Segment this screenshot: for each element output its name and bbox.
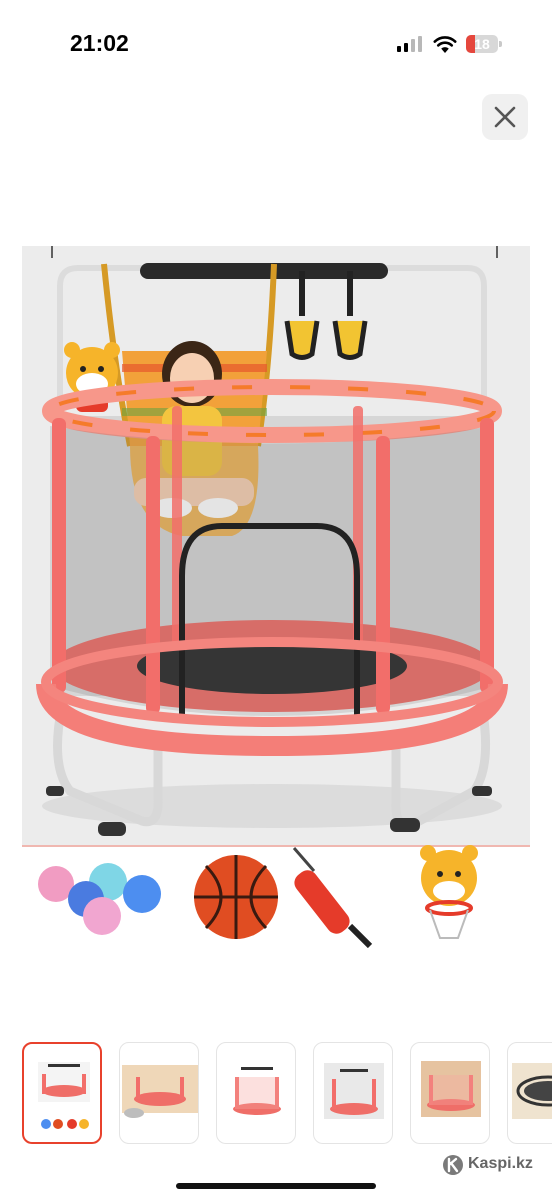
thumbnail-5[interactable] bbox=[410, 1042, 490, 1144]
thumbnail-image bbox=[324, 1063, 384, 1119]
thumbnail-6[interactable] bbox=[507, 1042, 552, 1144]
watermark-text: Kaspi.kz bbox=[468, 1155, 533, 1172]
thumbnail-image bbox=[122, 1065, 198, 1118]
battery-icon: 18 bbox=[466, 35, 502, 53]
battery-level: 18 bbox=[474, 36, 490, 52]
thumbnail-image bbox=[421, 1061, 481, 1117]
trampoline-product-illustration bbox=[22, 246, 530, 948]
thumbnail-4[interactable] bbox=[313, 1042, 393, 1144]
thumbnail-strip[interactable] bbox=[0, 1040, 552, 1148]
thumbnail-3[interactable] bbox=[216, 1042, 296, 1144]
thumbnail-image bbox=[233, 1067, 281, 1115]
thumbnail-image bbox=[38, 1062, 90, 1129]
status-bar: 21:02 18 bbox=[0, 0, 552, 88]
basketball bbox=[194, 855, 278, 939]
status-time: 21:02 bbox=[70, 30, 129, 56]
thumbnail-image bbox=[512, 1063, 552, 1119]
home-indicator bbox=[176, 1183, 376, 1189]
thumbnail-2[interactable] bbox=[119, 1042, 199, 1144]
close-button[interactable] bbox=[482, 94, 528, 140]
signal-icon bbox=[397, 36, 422, 52]
close-icon bbox=[494, 106, 516, 128]
thumbnail-1[interactable] bbox=[22, 1042, 102, 1144]
wifi-icon bbox=[433, 36, 457, 53]
main-product-image[interactable] bbox=[22, 246, 530, 948]
kaspi-logo-icon bbox=[443, 1155, 463, 1175]
